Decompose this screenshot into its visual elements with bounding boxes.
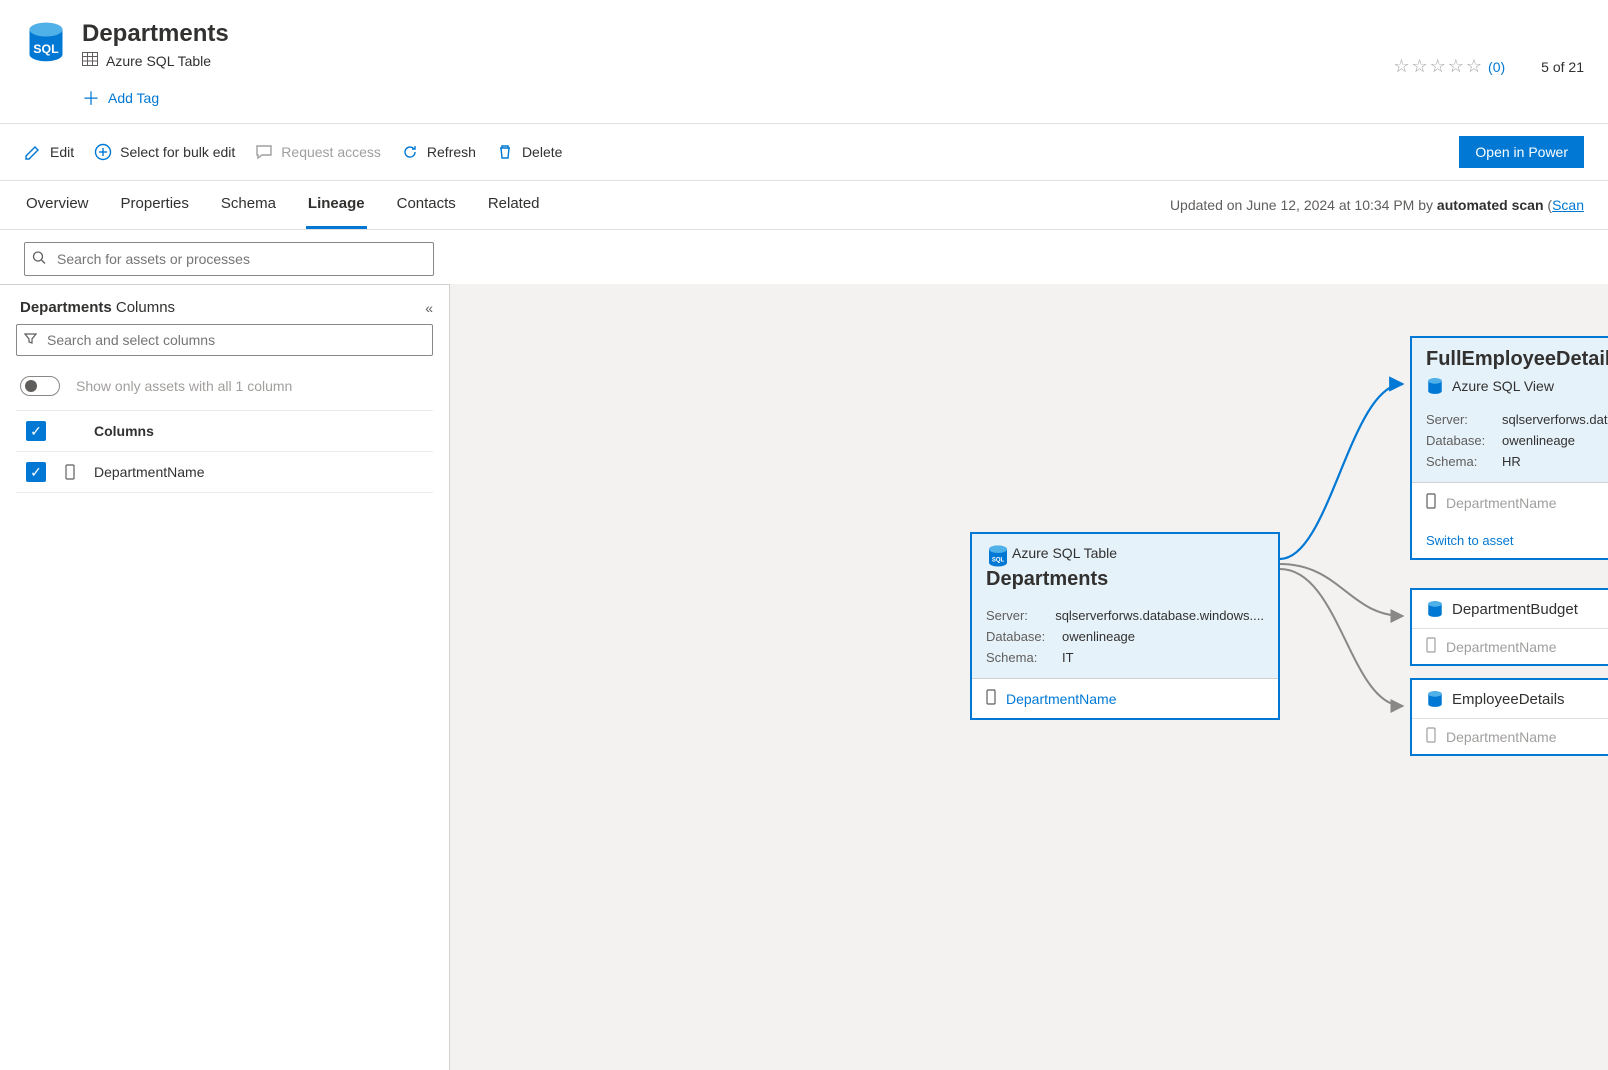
tabs-row: Overview Properties Schema Lineage Conta… — [0, 181, 1608, 230]
panel-title: Departments Columns — [20, 299, 175, 316]
column-icon — [986, 689, 996, 708]
switch-to-asset[interactable]: Switch to asset — [1412, 522, 1608, 558]
node-title: FullEmployeeDetails — [1426, 348, 1608, 371]
columns-header-row: ✓ Columns — [16, 410, 433, 451]
comment-icon — [255, 143, 273, 161]
plus-icon: ＋ — [82, 85, 100, 111]
column-icon — [1426, 727, 1436, 746]
rating[interactable]: ☆☆☆☆☆ (0) — [1393, 56, 1505, 77]
table-icon — [82, 52, 98, 69]
collapse-icon[interactable]: « — [425, 300, 433, 316]
subtitle-row: Azure SQL Table — [82, 52, 1393, 69]
node-title: EmployeeDetails — [1452, 691, 1565, 708]
lineage-search-box — [24, 242, 434, 276]
node-title: DepartmentBudget — [1452, 601, 1578, 618]
node-column[interactable]: DepartmentName — [972, 678, 1278, 718]
header-main: Departments Azure SQL Table ＋ Add Tag — [82, 20, 1393, 115]
request-access-button[interactable]: Request access — [255, 143, 381, 161]
panel-header: Departments Columns « — [0, 285, 449, 324]
svg-text:SQL: SQL — [992, 557, 1005, 563]
lineage-node-full-employee[interactable]: FullEmployeeDetails Azure SQL View Serve… — [1410, 336, 1608, 560]
node-type: Azure SQL View — [1452, 378, 1554, 394]
column-checkbox[interactable]: ✓ — [26, 462, 46, 482]
node-meta: Server:sqlserverforws.database.windows..… — [972, 601, 1278, 678]
scan-link[interactable]: Scan — [1552, 197, 1584, 213]
star-icon: ☆☆☆☆☆ — [1393, 56, 1484, 77]
node-column[interactable]: DepartmentName — [1412, 628, 1608, 664]
sql-icon — [1426, 690, 1444, 708]
node-title: Departments — [986, 562, 1264, 591]
column-search-input[interactable] — [16, 324, 433, 356]
lineage-canvas[interactable]: SQL Azure SQL Table Departments Server:s… — [450, 284, 1608, 1070]
sql-icon — [1426, 600, 1444, 618]
column-name: DepartmentName — [94, 464, 205, 480]
node-column[interactable]: DepartmentName — [1412, 718, 1608, 754]
toggle-label: Show only assets with all 1 column — [76, 378, 292, 394]
tab-contacts[interactable]: Contacts — [395, 181, 458, 229]
open-in-power-button[interactable]: Open in Power — [1459, 136, 1584, 168]
tabs: Overview Properties Schema Lineage Conta… — [24, 181, 542, 229]
show-only-toggle[interactable] — [20, 376, 60, 396]
node-column[interactable]: DepartmentName — [1412, 482, 1608, 522]
sql-icon: SQL — [986, 544, 1004, 562]
rating-count: (0) — [1488, 59, 1505, 75]
columns-checkbox[interactable]: ✓ — [26, 421, 46, 441]
tab-properties[interactable]: Properties — [119, 181, 191, 229]
add-tag-button[interactable]: ＋ Add Tag — [82, 81, 159, 115]
column-list: ✓ Columns ✓ DepartmentName — [0, 410, 449, 493]
lineage-node-budget[interactable]: DepartmentBudget DepartmentName — [1410, 588, 1608, 666]
column-row[interactable]: ✓ DepartmentName — [16, 451, 433, 493]
column-icon — [62, 464, 78, 480]
sql-icon: SQL — [24, 20, 68, 64]
header-right: ☆☆☆☆☆ (0) 5 of 21 — [1393, 20, 1584, 77]
sql-icon — [1426, 377, 1444, 395]
node-type: Azure SQL Table — [1012, 545, 1117, 561]
filter-icon — [24, 332, 37, 348]
lineage-search-input[interactable] — [24, 242, 434, 276]
refresh-icon — [401, 143, 419, 161]
columns-label: Columns — [94, 423, 154, 439]
lineage-node-employee[interactable]: EmployeeDetails DepartmentName — [1410, 678, 1608, 756]
page-title: Departments — [82, 20, 1393, 48]
asset-type-label: Azure SQL Table — [106, 53, 211, 69]
columns-panel: Departments Columns « Show only assets w… — [0, 284, 450, 1070]
page-counter: 5 of 21 — [1541, 59, 1584, 75]
tab-overview[interactable]: Overview — [24, 181, 91, 229]
delete-button[interactable]: Delete — [496, 143, 562, 161]
plus-circle-icon — [94, 143, 112, 161]
updated-text: Updated on June 12, 2024 at 10:34 PM by … — [1170, 185, 1584, 225]
page-header: SQL Departments Azure SQL Table ＋ Add Ta… — [0, 0, 1608, 124]
column-icon — [1426, 637, 1436, 656]
lineage-node-source[interactable]: SQL Azure SQL Table Departments Server:s… — [970, 532, 1280, 720]
edit-button[interactable]: Edit — [24, 143, 74, 161]
column-icon — [1426, 493, 1436, 512]
search-icon — [32, 251, 46, 268]
tab-related[interactable]: Related — [486, 181, 542, 229]
toggle-row: Show only assets with all 1 column — [0, 366, 449, 410]
trash-icon — [496, 143, 514, 161]
select-bulk-button[interactable]: Select for bulk edit — [94, 143, 235, 161]
refresh-button[interactable]: Refresh — [401, 143, 476, 161]
svg-text:SQL: SQL — [33, 42, 59, 56]
tab-schema[interactable]: Schema — [219, 181, 278, 229]
column-search-box — [16, 324, 433, 356]
pencil-icon — [24, 143, 42, 161]
node-meta: Server:sqlserverforws.database.windows.n… — [1412, 405, 1608, 482]
toolbar: Edit Select for bulk edit Request access… — [0, 124, 1608, 181]
tab-lineage[interactable]: Lineage — [306, 181, 367, 229]
search-row — [0, 230, 1608, 284]
body: Departments Columns « Show only assets w… — [0, 284, 1608, 1070]
add-tag-label: Add Tag — [108, 90, 159, 106]
